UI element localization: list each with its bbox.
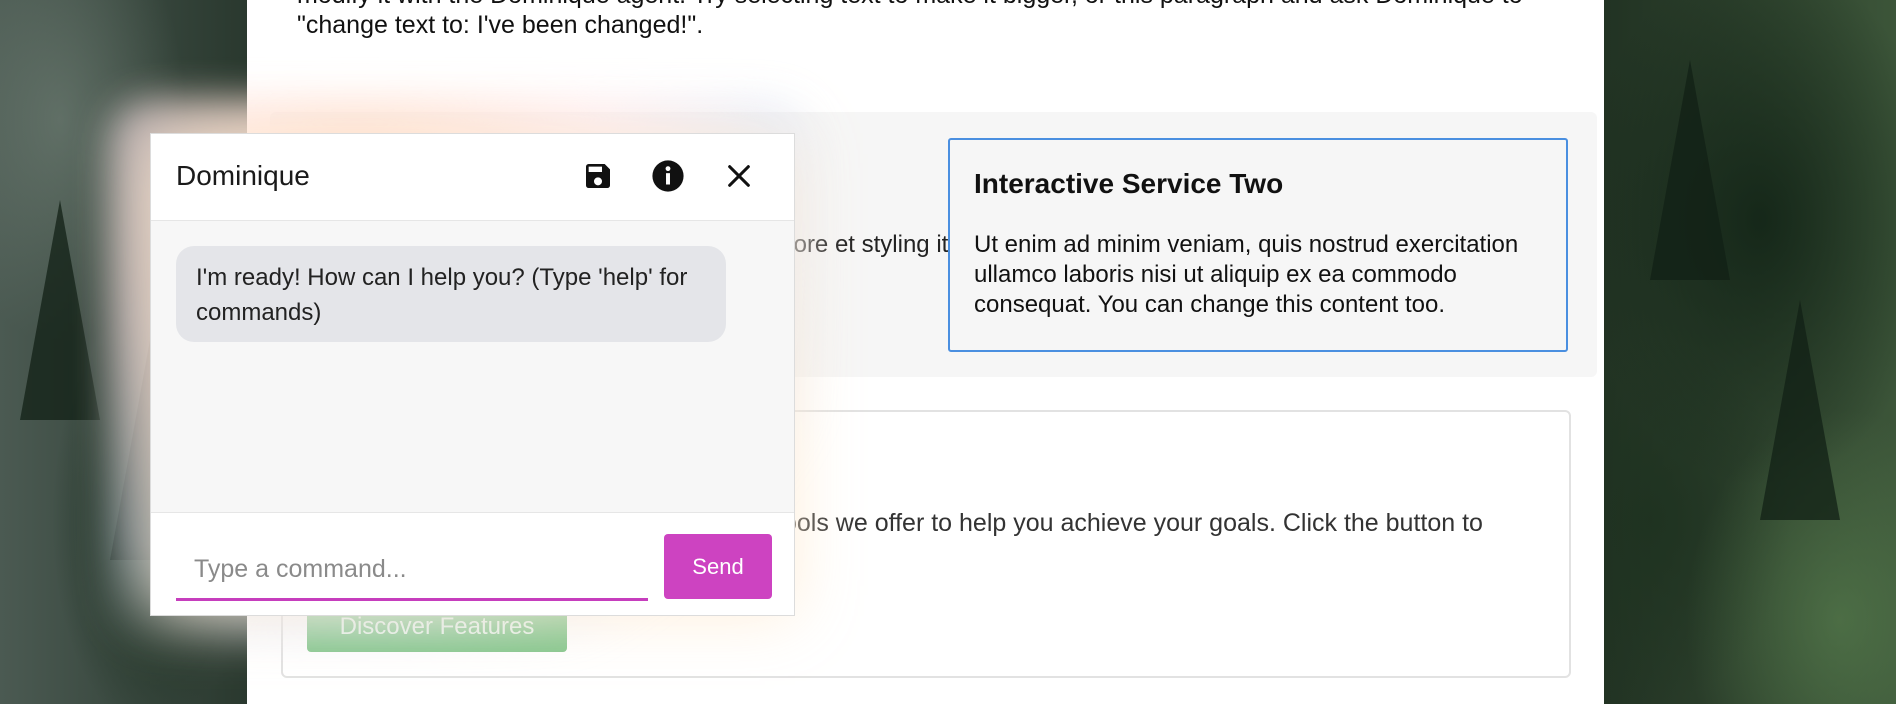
service-two-card[interactable]: Interactive Service Two Ut enim ad minim… <box>948 138 1568 352</box>
chat-messages: I'm ready! How can I help you? (Type 'he… <box>151 221 794 512</box>
intro-paragraph[interactable]: modify it with the Dominique agent. Try … <box>297 0 1547 40</box>
tree-silhouette <box>1760 300 1840 520</box>
save-icon[interactable] <box>578 156 618 196</box>
tree-silhouette <box>1650 60 1730 280</box>
service-two-title[interactable]: Interactive Service Two <box>974 168 1542 200</box>
tree-silhouette <box>20 200 100 420</box>
command-input[interactable] <box>176 541 648 601</box>
info-icon[interactable] <box>648 156 688 196</box>
send-button[interactable]: Send <box>664 534 772 599</box>
dominique-chat-widget: Dominique I'm ready! How can I help you?… <box>150 133 795 616</box>
widget-header: Dominique <box>151 134 794 221</box>
close-icon[interactable] <box>719 156 759 196</box>
agent-message-bubble: I'm ready! How can I help you? (Type 'he… <box>176 246 726 342</box>
widget-footer: Send <box>151 512 794 615</box>
widget-title: Dominique <box>176 160 310 191</box>
service-two-body[interactable]: Ut enim ad minim veniam, quis nostrud ex… <box>974 230 1542 320</box>
features-text[interactable]: ools we offer to help you achieve your g… <box>783 508 1563 538</box>
